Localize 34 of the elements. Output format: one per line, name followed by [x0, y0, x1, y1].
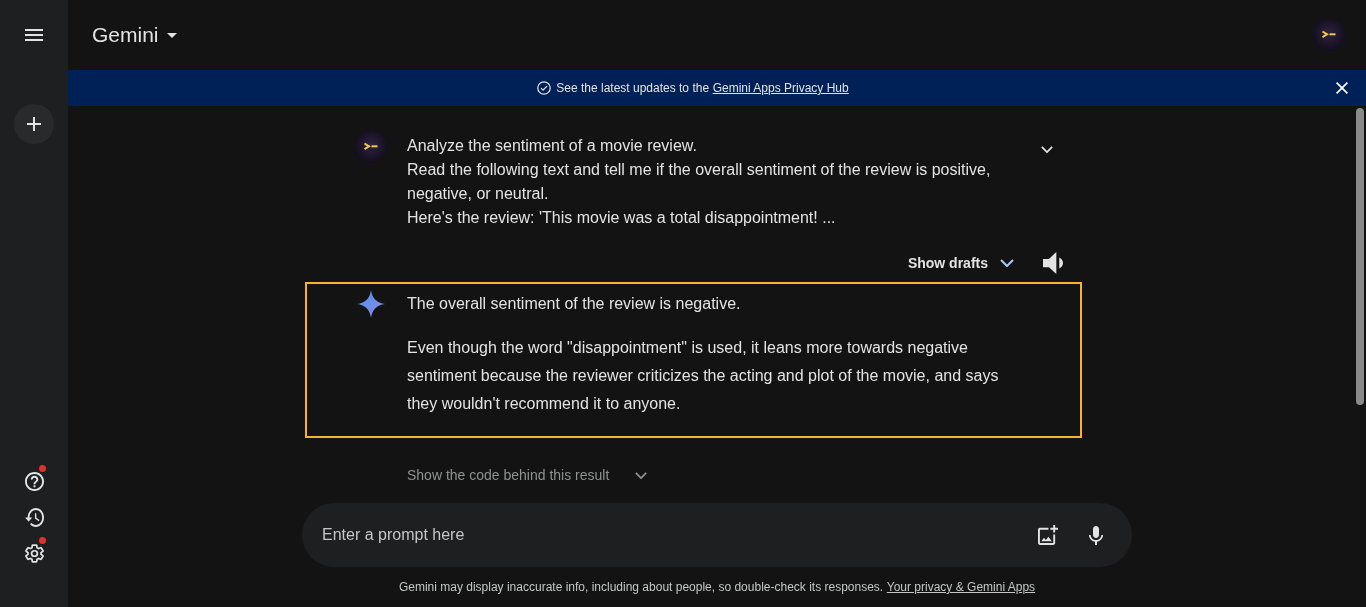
- scrollbar-thumb[interactable]: [1356, 108, 1364, 405]
- response-paragraph: Even though the word "disappointment" is used, it leans more towards negative sentiment because the reviewer criticizes the acting and plot of the movie, and says they wouldn't recommend it to anyone.: [407, 338, 1000, 414]
- prompt-input[interactable]: Enter a prompt here: [322, 503, 1018, 567]
- terminal-avatar-icon: [1313, 19, 1345, 51]
- account-button[interactable]: [1313, 19, 1345, 51]
- response-paragraph: The overall sentiment of the review is negative.: [407, 294, 742, 314]
- help-icon: [24, 471, 44, 491]
- prompt-line: Analyze the sentiment of a movie review.: [407, 136, 698, 156]
- privacy-link[interactable]: Your privacy & Gemini Apps: [886, 580, 1036, 594]
- settings-icon: [24, 543, 44, 563]
- show-code-button[interactable]: Show the code behind this result: [407, 461, 648, 489]
- image-plus-icon: [1038, 525, 1058, 545]
- prompt-line: Read the following text and tell me if the overall sentiment of the review is positive, negative, or neutral.: [407, 160, 992, 204]
- close-icon: [1336, 82, 1348, 94]
- prompt-field[interactable]: Enter a prompt here: [302, 503, 1132, 567]
- terminal-avatar-icon: [355, 131, 387, 163]
- privacy-hub-link[interactable]: Gemini Apps Privacy Hub: [712, 81, 849, 95]
- model-switcher-button[interactable]: Gemini: [92, 23, 177, 47]
- menu-icon: [25, 29, 43, 41]
- speaker-icon: [1043, 252, 1063, 274]
- chevron-down-icon: [1041, 145, 1053, 153]
- show-drafts-button[interactable]: Show drafts: [907, 245, 1027, 281]
- disclaimer-text: Gemini may display inaccurate info, including about people, so double-check its responses. Your privacy & Gemini Apps: [398, 579, 1036, 595]
- history-icon: [24, 507, 44, 527]
- microphone-icon: [1089, 525, 1103, 545]
- banner-message: See the latest updates to the Gemini Apps Privacy Hub: [556, 81, 849, 95]
- chevron-down-icon: [635, 471, 648, 479]
- caret-icon: [166, 32, 177, 38]
- new-chat-button[interactable]: [14, 104, 54, 144]
- chevron-down-icon: [1000, 259, 1014, 267]
- plus-icon: [27, 117, 41, 131]
- check-circle-icon: [537, 81, 552, 95]
- prompt-line: Here's the review: 'This movie was a total disappointment! ...: [407, 208, 837, 228]
- sparkle-icon: [357, 290, 385, 318]
